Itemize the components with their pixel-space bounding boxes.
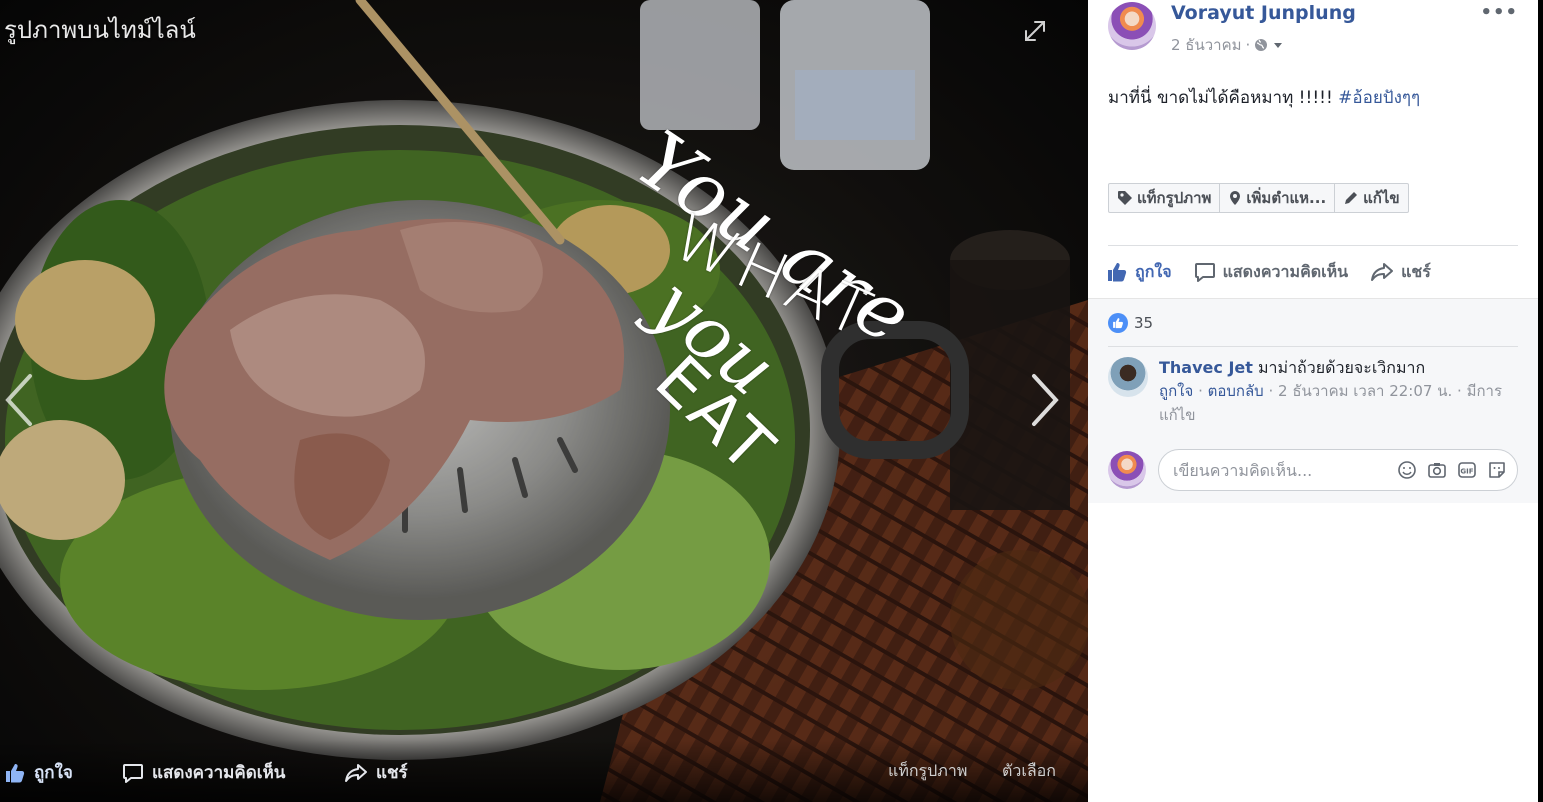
post-panel: Vorayut Junplung 2 ธันวาคม · ••• มาที่นี… [1088,0,1538,802]
divider [1108,346,1518,347]
panel-edge [1538,0,1543,802]
share-icon [345,763,367,782]
photo-share-button[interactable]: แชร์ [344,759,408,786]
like-button[interactable]: ถูกใจ [1106,260,1172,285]
comment-timestamp[interactable]: 2 ธันวาคม เวลา 22:07 น. [1278,382,1452,400]
comment-input-box[interactable]: GIF [1158,449,1518,491]
comment-icon [123,763,143,783]
tag-photo-label: แท็กรูปภาพ [1137,189,1212,207]
photo-tools-bar: แท็กรูปภาพ เพิ่มตำแห... แก้ไข [1108,183,1409,213]
like-badge-icon [1108,313,1128,333]
album-title[interactable]: รูปภาพบนไทม์ไลน์ [4,10,196,49]
more-options-icon[interactable]: ••• [1480,2,1518,23]
comments-section: 35 Thavec Jet มาม่าถ้วยด้วยจะเวิกมาก ถูก… [1088,298,1538,503]
edit-button[interactable]: แก้ไข [1335,184,1408,212]
chevron-left-icon[interactable] [2,372,36,428]
hashtag-link[interactable]: #อ้อยปังๆๆ [1338,88,1420,108]
post-meta: 2 ธันวาคม · [1171,33,1284,57]
meta-dot: · [1198,382,1208,400]
photo-theater: You are WHAT you EAT รูปภาพบนไทม์ไลน์ ถู… [0,0,1543,802]
svg-text:GIF: GIF [1460,468,1473,476]
composer-tools: GIF [1397,460,1507,480]
meta-dot: · [1457,382,1467,400]
location-pin-icon [1230,191,1241,205]
post-action-row: ถูกใจ แสดงความคิดเห็น แชร์ [1106,256,1453,288]
comment-reply-link[interactable]: ตอบกลับ [1208,382,1264,400]
avatar[interactable] [1108,2,1156,50]
author-name[interactable]: Vorayut Junplung [1171,2,1356,24]
comment-icon [1194,263,1215,282]
comment-input[interactable] [1173,460,1397,480]
expand-icon[interactable] [1022,18,1048,44]
post-text: มาที่นี่ ขาดไม่ได้คือหมาทุ !!!!! #อ้อยปั… [1108,84,1420,111]
photo-share-label: แชร์ [376,763,408,783]
photo-like-button[interactable]: ถูกใจ [4,759,73,786]
comment-meta: ถูกใจ · ตอบกลับ · 2 ธันวาคม เวลา 22:07 น… [1159,379,1519,427]
add-location-button[interactable]: เพิ่มตำแห... [1220,184,1336,212]
share-icon [1371,263,1394,281]
composer-avatar [1108,451,1146,489]
share-label: แชร์ [1401,261,1431,281]
comment-like-link[interactable]: ถูกใจ [1159,382,1193,400]
post-header: Vorayut Junplung 2 ธันวาคม · ••• [1108,0,1518,60]
chevron-right-icon[interactable] [1028,372,1062,428]
thumbs-up-icon [6,763,25,782]
photo-like-label: ถูกใจ [34,763,73,783]
add-location-label: เพิ่มตำแห... [1246,189,1327,207]
post-date[interactable]: 2 ธันวาคม [1171,33,1242,57]
photo-action-bar: ถูกใจ แสดงความคิดเห็น แชร์ แท็กรูปภาพ ตั… [0,740,1088,802]
thumbs-up-icon [1108,263,1127,282]
like-label: ถูกใจ [1135,261,1172,281]
emoji-icon[interactable] [1397,460,1417,480]
comment-composer: GIF [1108,449,1518,491]
photo-tag-link[interactable]: แท็กรูปภาพ [888,759,967,784]
globe-icon[interactable] [1254,38,1268,52]
post-body: มาที่นี่ ขาดไม่ได้คือหมาทุ !!!!! [1108,88,1339,108]
pencil-icon [1345,192,1358,204]
comment-text: มาม่าถ้วยด้วยจะเวิกมาก [1257,358,1426,377]
tag-icon [1118,191,1132,205]
camera-icon[interactable] [1427,460,1447,480]
tag-photo-button[interactable]: แท็กรูปภาพ [1109,184,1221,212]
reaction-summary[interactable]: 35 [1108,313,1153,333]
comment-body: Thavec Jet มาม่าถ้วยด้วยจะเวิกมาก ถูกใจ … [1159,357,1519,427]
gif-icon[interactable]: GIF [1457,460,1477,480]
photo-stage[interactable]: You are WHAT you EAT รูปภาพบนไทม์ไลน์ ถู… [0,0,1088,802]
commenter-avatar[interactable] [1108,357,1148,397]
photo-comment-label: แสดงความคิดเห็น [152,763,286,783]
commenter-name[interactable]: Thavec Jet [1159,358,1253,377]
sticker-icon[interactable] [1487,460,1507,480]
photo-comment-button[interactable]: แสดงความคิดเห็น [122,759,285,786]
comment-button[interactable]: แสดงความคิดเห็น [1194,260,1349,285]
chevron-down-icon[interactable] [1272,39,1284,51]
meta-dot: · [1245,36,1251,54]
divider [1108,245,1518,246]
food-photo [0,0,1088,802]
meta-dot: · [1268,382,1279,400]
photo-options-link[interactable]: ตัวเลือก [1002,759,1056,784]
share-button[interactable]: แชร์ [1370,260,1431,285]
edit-label: แก้ไข [1363,189,1400,207]
comment-label: แสดงความคิดเห็น [1222,261,1349,281]
reaction-count: 35 [1134,314,1154,332]
